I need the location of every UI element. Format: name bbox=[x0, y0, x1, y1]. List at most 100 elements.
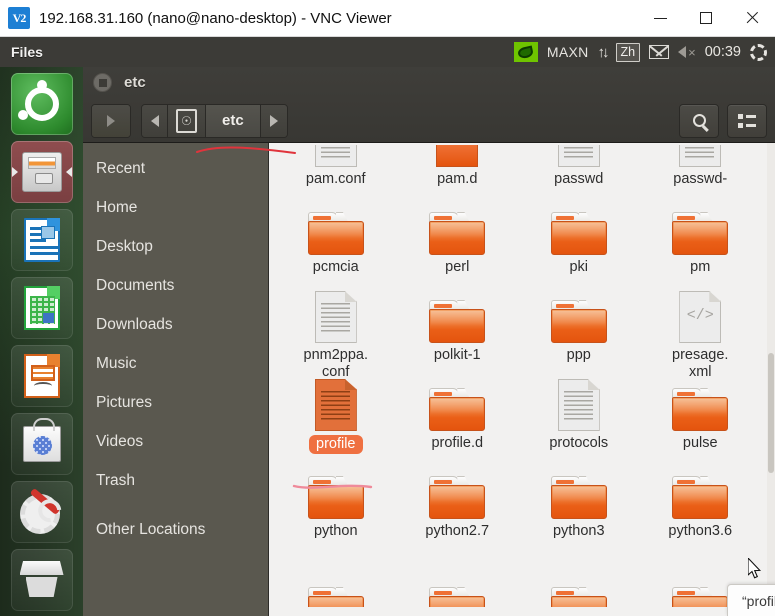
sidebar-item-other-locations[interactable]: Other Locations bbox=[83, 510, 268, 549]
mail-indicator[interactable] bbox=[649, 45, 670, 59]
launcher-item-libreoffice-writer[interactable] bbox=[10, 209, 73, 271]
view-options-button[interactable] bbox=[727, 103, 767, 138]
input-method-indicator[interactable]: Zh bbox=[615, 42, 641, 62]
file-item-ppp[interactable]: ppp bbox=[518, 287, 640, 375]
file-item-icon bbox=[550, 467, 607, 519]
file-item-pm[interactable]: pm bbox=[640, 199, 762, 287]
sidebar-item-trash[interactable]: Trash bbox=[83, 461, 268, 500]
launcher-item-ubuntu-software[interactable] bbox=[10, 413, 73, 475]
file-item-label: pki bbox=[569, 259, 589, 275]
file-item-icon bbox=[429, 467, 486, 519]
panel-app-name[interactable]: Files bbox=[11, 44, 43, 60]
harddisk-icon: ☉ bbox=[176, 108, 197, 133]
file-item-pki[interactable]: pki bbox=[518, 199, 640, 287]
tab-indicator-icon[interactable] bbox=[93, 73, 112, 92]
file-item-label: ppp bbox=[566, 347, 591, 363]
file-item[interactable] bbox=[275, 551, 397, 616]
document-icon bbox=[314, 291, 357, 343]
file-item-pulse[interactable]: pulse bbox=[640, 375, 762, 463]
file-item-icon bbox=[672, 555, 729, 607]
search-button[interactable] bbox=[679, 103, 719, 138]
launcher-item-trash[interactable] bbox=[10, 549, 73, 611]
file-item-python3[interactable]: python3 bbox=[518, 463, 640, 551]
sidebar-item-music[interactable]: Music bbox=[83, 344, 268, 383]
network-indicator[interactable]: ↑↓ bbox=[598, 45, 610, 60]
launcher-item-ubuntu-dash[interactable] bbox=[10, 73, 73, 135]
vertical-scrollbar[interactable] bbox=[767, 143, 775, 616]
nvidia-icon bbox=[513, 42, 538, 62]
file-item-presage.-xml[interactable]: </> presage. xml bbox=[640, 287, 762, 380]
unity-launcher bbox=[0, 67, 83, 616]
file-item-profile[interactable]: profile bbox=[275, 375, 397, 463]
file-item-pcmcia[interactable]: pcmcia bbox=[275, 199, 397, 287]
trash-icon bbox=[19, 561, 64, 599]
volume-muted-icon bbox=[678, 46, 687, 58]
launcher-item-libreoffice-impress[interactable] bbox=[10, 345, 73, 407]
scrollbar-thumb[interactable] bbox=[768, 353, 774, 473]
file-item-label: pm bbox=[690, 259, 711, 275]
file-item-icon bbox=[429, 555, 486, 607]
file-item-label: pam.d bbox=[437, 171, 478, 187]
document-icon-truncated bbox=[679, 145, 722, 167]
file-item-pam.conf[interactable]: pam.conf bbox=[275, 143, 397, 199]
file-item-passwd[interactable]: passwd bbox=[518, 143, 640, 199]
close-button[interactable] bbox=[729, 0, 775, 37]
launcher-item-files[interactable] bbox=[10, 141, 73, 203]
session-indicator[interactable] bbox=[750, 43, 767, 61]
file-item-label: profile bbox=[309, 435, 363, 454]
status-popup: “profile” selected (753 byte bbox=[727, 584, 775, 616]
sidebar-item-pictures[interactable]: Pictures bbox=[83, 383, 268, 422]
folder-icon bbox=[307, 587, 364, 607]
sidebar-item-documents[interactable]: Documents bbox=[83, 266, 268, 305]
file-item-pnm2ppa.-conf[interactable]: pnm2ppa. conf bbox=[275, 287, 397, 380]
volume-indicator[interactable]: × bbox=[678, 45, 696, 60]
file-item-label: perl bbox=[445, 259, 470, 275]
folder-icon bbox=[672, 587, 729, 607]
file-item-label: pcmcia bbox=[312, 259, 359, 275]
clock-indicator[interactable]: 00:39 bbox=[705, 44, 741, 60]
file-item-pam.d[interactable]: pam.d bbox=[397, 143, 519, 199]
file-item-polkit-1[interactable]: polkit-1 bbox=[397, 287, 519, 375]
file-item-icon bbox=[672, 379, 729, 431]
pathbar-scroll-left-button[interactable] bbox=[142, 104, 168, 137]
power-mode-label[interactable]: MAXN bbox=[547, 44, 589, 60]
minimize-button[interactable] bbox=[637, 0, 683, 37]
file-item-python2.7[interactable]: python2.7 bbox=[397, 463, 519, 551]
close-icon bbox=[745, 11, 759, 25]
sidebar-item-home[interactable]: Home bbox=[83, 188, 268, 227]
system-tray: MAXN ↑↓ Zh × 00:39 bbox=[513, 42, 775, 62]
document-icon bbox=[557, 379, 600, 431]
file-item[interactable] bbox=[397, 551, 519, 616]
launcher-item-system-settings[interactable] bbox=[10, 481, 73, 543]
nvidia-indicator[interactable] bbox=[513, 42, 538, 62]
launcher-item-libreoffice-calc[interactable] bbox=[10, 277, 73, 339]
file-item-passwd-[interactable]: passwd- bbox=[640, 143, 762, 199]
sidebar-item-recent[interactable]: Recent bbox=[83, 149, 268, 188]
sidebar-item-downloads[interactable]: Downloads bbox=[83, 305, 268, 344]
file-item-label: python2.7 bbox=[425, 523, 490, 539]
places-sidebar: Recent Home Desktop Documents Downloads … bbox=[83, 143, 268, 616]
pathbar-scroll-right-button[interactable] bbox=[260, 104, 287, 137]
pathbar-item-etc[interactable]: etc bbox=[206, 104, 261, 137]
nautilus-tab-row: etc bbox=[83, 67, 775, 98]
file-item-label: pam.conf bbox=[305, 171, 366, 187]
vnc-window-title: 192.168.31.160 (nano@nano-desktop) - VNC… bbox=[39, 9, 392, 27]
sidebar-item-videos[interactable]: Videos bbox=[83, 422, 268, 461]
file-item-python[interactable]: python bbox=[275, 463, 397, 551]
search-icon bbox=[692, 114, 706, 127]
file-item-profile.d[interactable]: profile.d bbox=[397, 375, 519, 463]
folder-icon bbox=[672, 212, 729, 255]
file-item-python3.6[interactable]: python3.6 bbox=[640, 463, 762, 551]
maximize-button[interactable] bbox=[683, 0, 729, 37]
file-icon-view[interactable]: pam.conf pam.d passwd passwd-pcmcia perl pki p… bbox=[268, 143, 775, 616]
maximize-icon bbox=[700, 12, 712, 24]
file-item-protocols[interactable]: protocols bbox=[518, 375, 640, 463]
sidebar-item-desktop[interactable]: Desktop bbox=[83, 227, 268, 266]
file-item-perl[interactable]: perl bbox=[397, 199, 519, 287]
nautilus-body: Recent Home Desktop Documents Downloads … bbox=[83, 143, 775, 616]
vnc-window-titlebar: V2 192.168.31.160 (nano@nano-desktop) - … bbox=[0, 0, 775, 37]
forward-button[interactable] bbox=[92, 104, 130, 137]
file-item[interactable] bbox=[518, 551, 640, 616]
pathbar-item-root[interactable]: ☉ bbox=[168, 104, 206, 137]
file-item-label: python3.6 bbox=[668, 523, 733, 539]
